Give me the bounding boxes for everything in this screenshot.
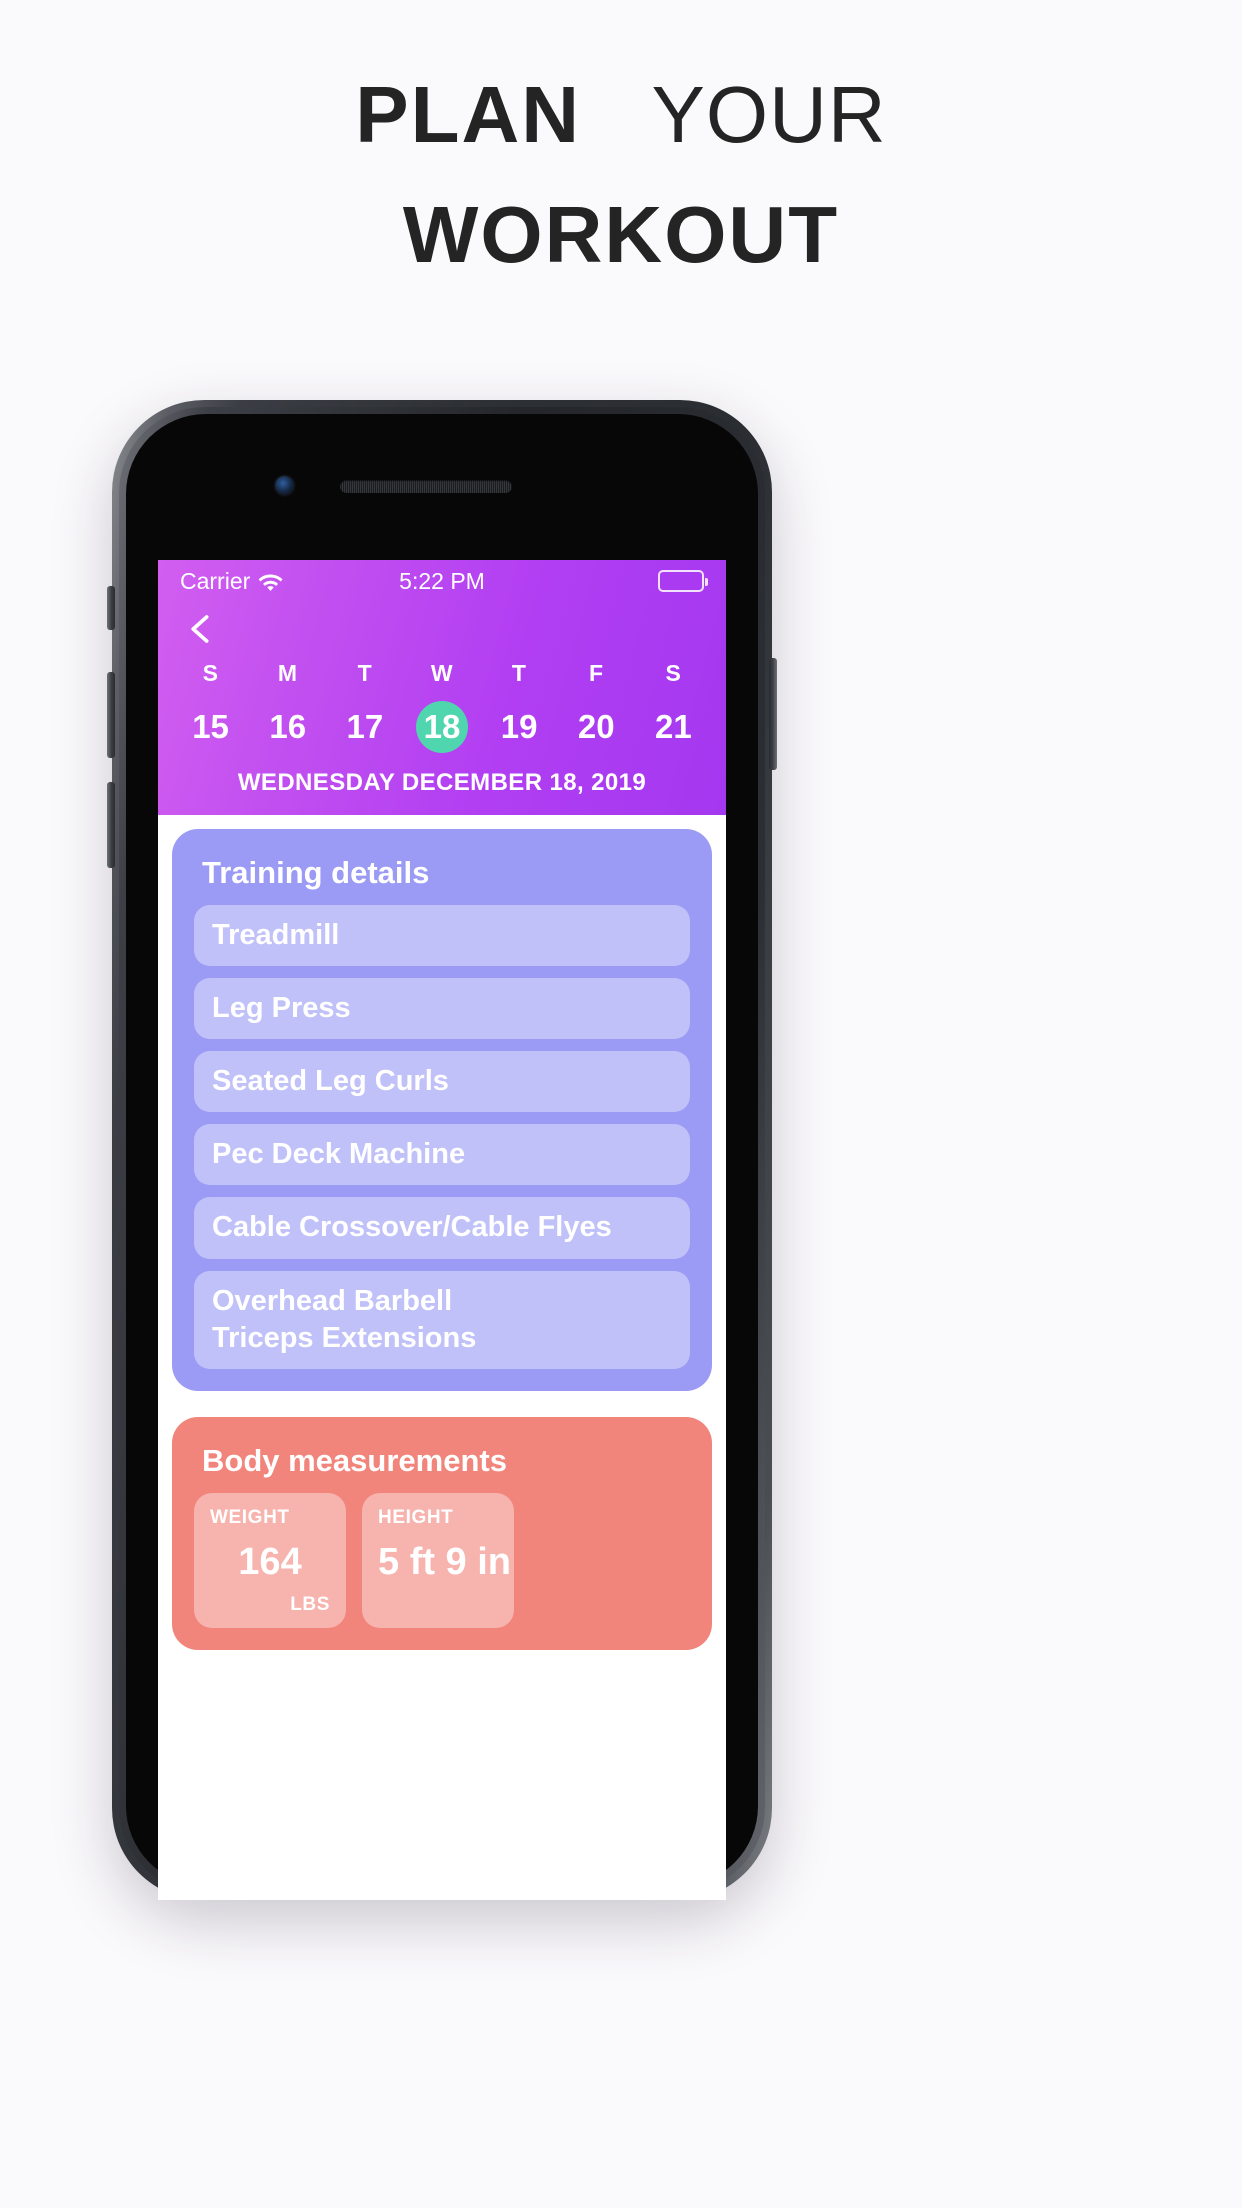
front-camera-icon	[275, 476, 294, 495]
volume-up-button[interactable]	[107, 672, 115, 758]
date-cell-15[interactable]: 15	[172, 701, 249, 753]
dow-wed: W	[430, 660, 454, 686]
date-label-15: 15	[192, 708, 229, 745]
date-cell-16[interactable]: 16	[249, 701, 326, 753]
date-row: 15 16 17 18 19 20 21	[158, 701, 726, 753]
headline-line-2: WORKOUT	[402, 190, 840, 279]
measurements-row: WEIGHT 164 LBS HEIGHT 5 ft 9 in .	[194, 1492, 690, 1628]
date-label-17: 17	[346, 708, 384, 745]
phone-top-hardware	[112, 400, 772, 546]
date-label-21: 21	[655, 708, 692, 745]
carrier-label: Carrier	[180, 567, 251, 594]
battery-full-icon	[658, 570, 708, 592]
status-bar: Carrier 5:22 PM	[158, 560, 726, 602]
date-label-20: 20	[577, 708, 615, 745]
dow-sun: S	[202, 660, 219, 686]
dow-sat: S	[665, 660, 682, 686]
training-details-card: Training details Treadmill Leg Press Sea…	[172, 829, 712, 1391]
date-cell-20[interactable]: 20	[558, 701, 635, 753]
volume-down-button[interactable]	[107, 782, 115, 868]
back-button[interactable]	[158, 602, 726, 654]
headline-word-your: YOUR	[651, 70, 887, 159]
height-label: HEIGHT	[378, 1506, 454, 1528]
date-label-19: 19	[500, 708, 538, 745]
body-measurements-title: Body measurements	[202, 1442, 507, 1478]
chevron-left-icon	[191, 615, 209, 643]
wifi-icon	[258, 572, 283, 591]
exercise-item[interactable]: Cable Crossover/Cable Flyes	[194, 1197, 690, 1259]
date-cell-19[interactable]: 19	[481, 701, 558, 753]
dow-thu: T	[511, 660, 527, 686]
date-cell-18-selected[interactable]: 18	[403, 701, 480, 753]
dow-fri: F	[588, 660, 604, 686]
status-bar-left: Carrier	[180, 568, 283, 595]
weight-label: WEIGHT	[210, 1506, 290, 1528]
training-details-title: Training details	[202, 855, 430, 890]
exercise-item[interactable]: Overhead Barbell Triceps Extensions	[194, 1270, 690, 1369]
selected-full-date: WEDNESDAY DECEMBER 18, 2019	[237, 769, 647, 796]
app-screen: Carrier 5:22 PM S M T W T F S 15 16 17 1…	[158, 560, 726, 1900]
calendar-header: Carrier 5:22 PM S M T W T F S 15 16 17 1…	[158, 560, 726, 815]
marketing-headline: PLAN YOUR WORKOUT	[0, 75, 1242, 275]
headline-word-plan: PLAN	[355, 70, 582, 159]
height-tile[interactable]: HEIGHT 5 ft 9 in .	[362, 1492, 514, 1628]
date-label-16: 16	[269, 708, 307, 745]
body-measurements-card: Body measurements WEIGHT 164 LBS HEIGHT …	[172, 1416, 712, 1650]
date-label-18: 18	[415, 701, 468, 753]
weight-value: 164	[238, 1540, 302, 1583]
headline-line-1: PLAN YOUR	[0, 75, 1242, 155]
dow-tue: T	[357, 660, 373, 686]
exercise-item[interactable]: Seated Leg Curls	[194, 1051, 690, 1113]
weight-unit: LBS	[290, 1593, 330, 1615]
exercise-item[interactable]: Treadmill	[194, 905, 690, 967]
dow-mon: M	[277, 660, 298, 686]
earpiece-speaker	[340, 480, 512, 493]
date-cell-17[interactable]: 17	[326, 701, 403, 753]
exercise-item[interactable]: Leg Press	[194, 978, 690, 1040]
power-button[interactable]	[769, 658, 777, 770]
weight-tile[interactable]: WEIGHT 164 LBS	[194, 1492, 346, 1628]
status-bar-right	[658, 570, 708, 592]
screen-content: Training details Treadmill Leg Press Sea…	[158, 815, 726, 1650]
day-of-week-row: S M T W T F S	[158, 660, 726, 687]
date-cell-21[interactable]: 21	[635, 701, 712, 753]
mute-switch[interactable]	[107, 586, 115, 630]
exercise-item[interactable]: Pec Deck Machine	[194, 1124, 690, 1186]
phone-mockup: Carrier 5:22 PM S M T W T F S 15 16 17 1…	[107, 400, 777, 1900]
height-value: 5 ft 9 in	[378, 1540, 512, 1583]
